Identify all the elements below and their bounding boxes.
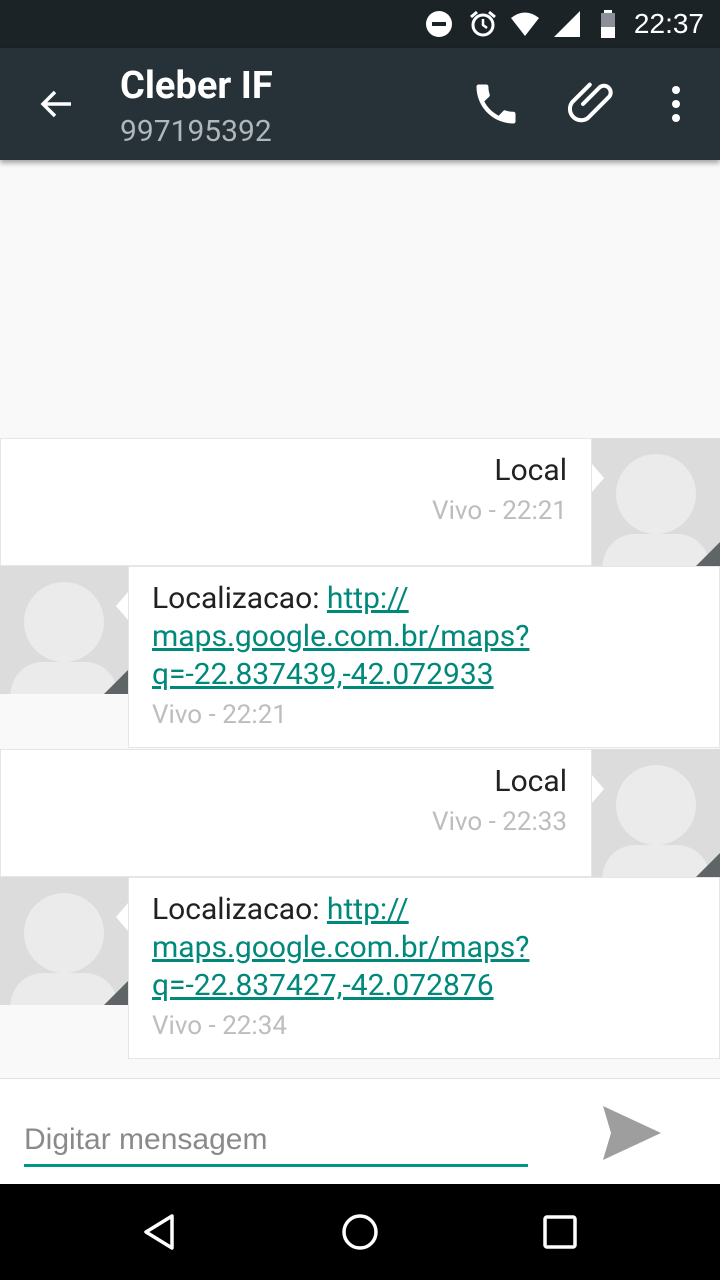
wifi-icon <box>511 12 539 36</box>
avatar-corner <box>696 542 720 566</box>
message-outgoing[interactable]: Local Vivo - 22:33 <box>0 749 720 877</box>
map-link-1[interactable]: http:// <box>327 892 409 927</box>
map-link-2[interactable]: maps.google.com.br/maps? <box>152 930 529 965</box>
bubble-notch <box>592 775 604 803</box>
action-bar: Cleber IF 997195392 <box>0 48 720 160</box>
nav-back-icon <box>144 1214 174 1250</box>
contact-name: Cleber IF <box>120 64 273 108</box>
bubble-notch <box>116 903 128 931</box>
status-bar: 22:37 <box>0 0 720 48</box>
avatar-corner <box>104 981 128 1005</box>
conversation[interactable]: Local Vivo - 22:21 Localizacao: http:// … <box>0 160 720 1078</box>
bubble-notch <box>116 592 128 620</box>
message-text: Local <box>494 764 567 799</box>
message-meta: Vivo - 22:34 <box>152 1011 287 1041</box>
more-options-button[interactable] <box>644 72 708 136</box>
map-link-2[interactable]: maps.google.com.br/maps? <box>152 619 529 654</box>
message-text: Local <box>494 453 567 488</box>
message-meta: Vivo - 22:33 <box>432 807 567 837</box>
nav-home-button[interactable] <box>328 1200 392 1264</box>
map-link-1[interactable]: http:// <box>327 581 409 616</box>
contact-avatar[interactable] <box>0 566 128 694</box>
send-icon <box>603 1106 661 1160</box>
back-button[interactable] <box>28 76 84 132</box>
bubble-notch <box>592 464 604 492</box>
message-text: Localizacao: http:// maps.google.com.br/… <box>152 580 692 694</box>
message-incoming[interactable]: Localizacao: http:// maps.google.com.br/… <box>0 877 720 1059</box>
do-not-disturb-icon <box>426 11 452 37</box>
message-input[interactable] <box>24 1115 528 1167</box>
avatar-corner <box>696 853 720 877</box>
nav-recents-button[interactable] <box>528 1200 592 1264</box>
message-meta: Vivo - 22:21 <box>432 496 567 526</box>
phone-icon <box>476 84 516 124</box>
call-button[interactable] <box>464 72 528 136</box>
attach-icon <box>567 82 613 123</box>
message-prefix: Localizacao: <box>152 892 327 927</box>
navigation-bar <box>0 1184 720 1280</box>
contact-number: 997195392 <box>120 114 272 149</box>
avatar-corner <box>104 670 128 694</box>
nav-recents-icon <box>543 1215 577 1249</box>
status-time: 22:37 <box>633 8 704 39</box>
compose-bar <box>0 1078 720 1184</box>
map-link-3[interactable]: q=-22.837439,-42.072933 <box>152 657 494 692</box>
contact-avatar[interactable] <box>592 438 720 566</box>
cell-signal-icon <box>554 11 580 37</box>
message-meta: Vivo - 22:21 <box>152 700 287 730</box>
message-prefix: Localizacao: <box>152 581 327 616</box>
contact-avatar[interactable] <box>0 877 128 1005</box>
alarm-icon <box>470 10 496 37</box>
nav-home-icon <box>342 1214 378 1250</box>
nav-back-button[interactable] <box>128 1200 192 1264</box>
attach-button[interactable] <box>560 72 624 136</box>
message-incoming[interactable]: Localizacao: http:// maps.google.com.br/… <box>0 566 720 748</box>
overflow-menu-icon <box>672 86 680 122</box>
message-outgoing[interactable]: Local Vivo - 22:21 <box>0 438 720 566</box>
message-text: Localizacao: http:// maps.google.com.br/… <box>152 891 692 1005</box>
back-arrow-icon <box>40 90 71 118</box>
battery-icon <box>601 10 615 38</box>
contact-avatar[interactable] <box>592 749 720 877</box>
send-button[interactable] <box>596 1101 668 1165</box>
map-link-3[interactable]: q=-22.837427,-42.072876 <box>152 968 494 1003</box>
